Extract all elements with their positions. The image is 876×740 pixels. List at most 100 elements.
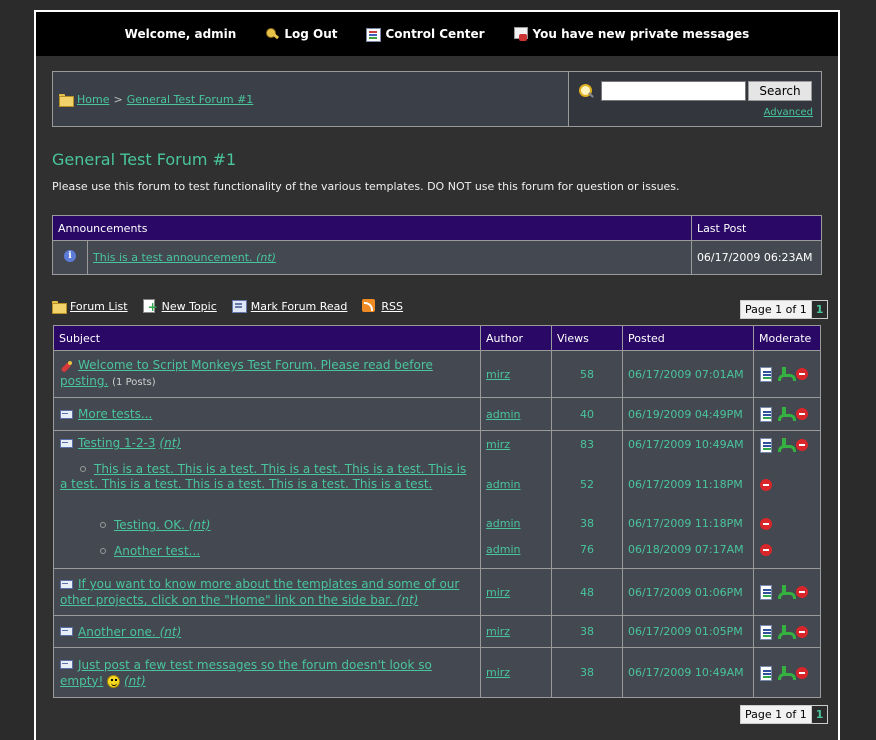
posted-header: Posted bbox=[622, 325, 754, 351]
views-count: 38 bbox=[551, 615, 623, 648]
delete-icon[interactable] bbox=[759, 478, 773, 492]
delete-icon[interactable] bbox=[795, 367, 809, 381]
topic-subject: If you want to know more about the templ… bbox=[53, 568, 481, 616]
message-icon bbox=[60, 579, 73, 590]
key-icon bbox=[264, 26, 280, 42]
new-topic-label: New Topic bbox=[161, 299, 217, 313]
author-link[interactable]: mirz bbox=[486, 666, 510, 679]
topic-row: Just post a few test messages so the for… bbox=[53, 647, 821, 698]
rss-link[interactable]: RSS bbox=[361, 298, 403, 314]
author-link[interactable]: admin bbox=[486, 408, 520, 421]
topic-link[interactable]: Testing 1-2-3 bbox=[78, 436, 156, 450]
views-header: Views bbox=[551, 325, 623, 351]
post-count: (1 Posts) bbox=[112, 377, 156, 388]
announcements-table: Announcements Last Post This is a test a… bbox=[52, 215, 823, 275]
edit-icon[interactable] bbox=[759, 585, 773, 600]
author-link[interactable]: admin bbox=[486, 517, 520, 530]
moderate-actions bbox=[753, 615, 821, 648]
split-icon[interactable] bbox=[777, 407, 796, 421]
edit-icon[interactable] bbox=[759, 407, 773, 422]
delete-icon[interactable] bbox=[795, 585, 809, 599]
forum-list-label: Forum List bbox=[70, 299, 128, 313]
breadcrumb-bar: Home > General Test Forum #1 Search Adva… bbox=[52, 71, 822, 127]
forum-title: General Test Forum #1 bbox=[52, 150, 237, 169]
author-link[interactable]: mirz bbox=[486, 586, 510, 599]
delete-icon[interactable] bbox=[795, 438, 809, 452]
author-link[interactable]: mirz bbox=[486, 368, 510, 381]
reply-link[interactable]: Another test... bbox=[114, 544, 200, 558]
posted-date: 06/17/2009 01:05PM bbox=[622, 615, 754, 648]
forum-description: Please use this forum to test functional… bbox=[52, 180, 680, 193]
topics-table: Subject Author Views Posted Moderate Wel… bbox=[53, 325, 821, 698]
nt-tag: (nt) bbox=[159, 624, 182, 639]
posted-date: 06/17/2009 11:18PM bbox=[628, 478, 743, 491]
split-icon[interactable] bbox=[777, 367, 796, 381]
edit-icon[interactable] bbox=[759, 665, 773, 681]
delete-icon[interactable] bbox=[759, 543, 773, 557]
message-icon bbox=[60, 660, 73, 670]
author-link[interactable]: mirz bbox=[486, 625, 510, 638]
moderate-actions bbox=[753, 397, 821, 431]
topic-link[interactable]: More tests... bbox=[78, 407, 152, 421]
logout-link[interactable]: Log Out bbox=[264, 26, 337, 42]
breadcrumb-separator: > bbox=[113, 92, 123, 106]
breadcrumb-home-link[interactable]: Home bbox=[77, 93, 109, 106]
last-post-header: Last Post bbox=[690, 215, 823, 241]
delete-icon[interactable] bbox=[795, 625, 809, 639]
posted-date: 06/18/2009 07:17AM bbox=[628, 543, 744, 556]
split-icon[interactable] bbox=[777, 624, 796, 639]
topic-link[interactable]: If you want to know more about the templ… bbox=[60, 577, 459, 607]
announcement-last-post: 06/17/2009 06:23AM bbox=[690, 240, 823, 275]
views-count: 58 bbox=[551, 350, 623, 398]
reply-bullet bbox=[80, 466, 86, 472]
topic-row: Another one. (nt) mirz 38 06/17/2009 01:… bbox=[53, 615, 821, 648]
new-topic-link[interactable]: New Topic bbox=[142, 298, 217, 314]
message-icon bbox=[60, 438, 73, 449]
delete-icon[interactable] bbox=[759, 517, 773, 531]
pager-page-link[interactable]: 1 bbox=[810, 301, 828, 318]
top-bar: Welcome, admin Log Out Control Center Yo… bbox=[36, 12, 838, 56]
edit-icon[interactable] bbox=[759, 367, 773, 382]
split-icon[interactable] bbox=[777, 585, 796, 599]
mark-read-link[interactable]: Mark Forum Read bbox=[231, 298, 347, 314]
new-topic-icon bbox=[142, 298, 158, 314]
posted-date: 06/17/2009 01:06PM bbox=[622, 568, 754, 616]
announcement-link[interactable]: This is a test announcement. (nt) bbox=[93, 251, 276, 264]
edit-icon[interactable] bbox=[759, 438, 773, 453]
pager-page-link[interactable]: 1 bbox=[810, 706, 828, 723]
search-button[interactable]: Search bbox=[748, 81, 812, 101]
author-link[interactable]: admin bbox=[486, 543, 520, 556]
pager-label: Page 1 of 1 bbox=[741, 301, 811, 318]
moderate-header: Moderate bbox=[753, 325, 821, 351]
breadcrumb-forum-link[interactable]: General Test Forum #1 bbox=[127, 93, 254, 106]
topic-link[interactable]: Another one. (nt) bbox=[78, 625, 181, 639]
advanced-search-link[interactable]: Advanced bbox=[764, 107, 813, 118]
announcement-subject: This is a test announcement. (nt) bbox=[87, 240, 692, 275]
reply-title: Testing. OK. bbox=[114, 518, 185, 532]
control-center-link[interactable]: Control Center bbox=[365, 26, 485, 42]
author-link[interactable]: mirz bbox=[486, 438, 510, 451]
posted-date: 06/17/2009 10:49AM bbox=[622, 647, 754, 698]
split-icon[interactable] bbox=[777, 438, 796, 452]
reply-link[interactable]: Testing. OK. (nt) bbox=[114, 518, 210, 532]
delete-icon[interactable] bbox=[795, 666, 809, 680]
logout-label: Log Out bbox=[284, 27, 338, 41]
split-icon[interactable] bbox=[777, 665, 796, 680]
reply-item: Another test... bbox=[60, 541, 474, 563]
search-input[interactable] bbox=[601, 81, 746, 101]
forum-list-link[interactable]: Forum List bbox=[52, 299, 128, 314]
page-frame: Welcome, admin Log Out Control Center Yo… bbox=[34, 10, 840, 740]
edit-icon[interactable] bbox=[759, 624, 773, 640]
views-count: 48 bbox=[551, 568, 623, 616]
views-count: 38 bbox=[580, 517, 594, 530]
author-link[interactable]: admin bbox=[486, 478, 520, 491]
nt-tag: (nt) bbox=[188, 518, 211, 532]
moderate-actions bbox=[753, 568, 821, 616]
breadcrumb: Home > General Test Forum #1 bbox=[53, 72, 568, 126]
reply-item: Testing. OK. (nt) bbox=[60, 515, 474, 541]
reply-link[interactable]: This is a test. This is a test. This is … bbox=[60, 462, 466, 491]
nt-tag[interactable]: (nt) bbox=[124, 674, 146, 688]
topic-subject: Another one. (nt) bbox=[53, 615, 481, 648]
private-messages-link[interactable]: You have new private messages bbox=[513, 26, 749, 42]
delete-icon[interactable] bbox=[795, 407, 809, 421]
